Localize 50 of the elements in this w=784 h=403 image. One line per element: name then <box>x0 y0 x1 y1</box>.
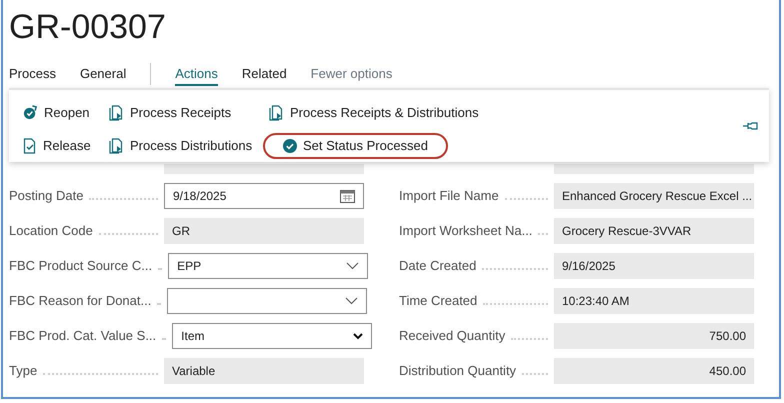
readonly-field: Grocery Rescue-3VVAR <box>554 218 754 244</box>
field-label: Received Quantity <box>399 327 506 346</box>
readonly-field: 450.00 <box>554 358 754 384</box>
chevron-down-icon <box>346 262 360 270</box>
field-label: Location Code <box>9 222 93 240</box>
chevron-down-icon <box>353 332 364 340</box>
date-field[interactable]: 9/18/2025 <box>164 183 364 209</box>
pin-icon[interactable] <box>743 121 759 131</box>
field-label: Import Worksheet Na... <box>399 222 532 240</box>
field-value: Item <box>181 328 204 345</box>
check-circle-icon <box>283 138 297 152</box>
readonly-field: 10:23:40 AM <box>554 288 754 314</box>
readonly-field: GR <box>164 218 364 244</box>
action-button[interactable]: Set Status Processed <box>263 132 448 158</box>
field-value: 9/18/2025 <box>173 188 226 205</box>
readonly-field: Variable <box>164 358 364 384</box>
field-label: Import File Name <box>399 187 499 206</box>
page-title: GR-00307 <box>8 7 166 44</box>
menu-tab[interactable]: General <box>80 62 126 86</box>
field-label: Type <box>9 362 38 380</box>
chevron-down-icon <box>345 297 358 305</box>
document-check-icon <box>23 138 37 154</box>
field-label: Distribution Quantity <box>399 362 516 380</box>
readonly-field: 9/16/2025 <box>554 253 754 279</box>
readonly-field: Enhanced Grocery Rescue Excel ... <box>554 183 754 209</box>
dropdown-field[interactable]: EPP <box>168 253 368 279</box>
action-button[interactable]: Process Distributions <box>107 132 254 158</box>
document-icon <box>109 138 124 154</box>
select-field[interactable]: Item <box>172 323 372 349</box>
readonly-field: 750.00 <box>554 323 754 349</box>
calendar-icon <box>340 189 355 203</box>
document-icon <box>109 104 124 120</box>
field-label: FBC Product Source C... <box>9 257 152 276</box>
action-button[interactable]: Reopen <box>21 100 92 126</box>
action-button[interactable]: Process Receipts <box>107 100 234 126</box>
action-button[interactable]: Release <box>21 132 93 158</box>
fewer-options-link[interactable]: Fewer options <box>310 64 392 84</box>
menu-tab[interactable]: Actions <box>175 62 218 86</box>
menu-tab[interactable]: Related <box>242 62 287 86</box>
refresh-icon <box>23 105 38 120</box>
field-label: Time Created <box>399 292 478 310</box>
field-label: Posting Date <box>9 187 84 206</box>
menu-tab[interactable]: Process <box>9 62 56 86</box>
action-button[interactable]: Process Receipts & Distributions <box>267 100 481 126</box>
field-label: FBC Prod. Cat. Value S... <box>9 327 156 346</box>
dropdown-field[interactable] <box>167 288 368 314</box>
document-icon <box>269 104 284 120</box>
field-label: FBC Reason for Donat... <box>9 292 152 310</box>
field-label: Date Created <box>399 257 476 276</box>
field-value: EPP <box>177 258 202 275</box>
